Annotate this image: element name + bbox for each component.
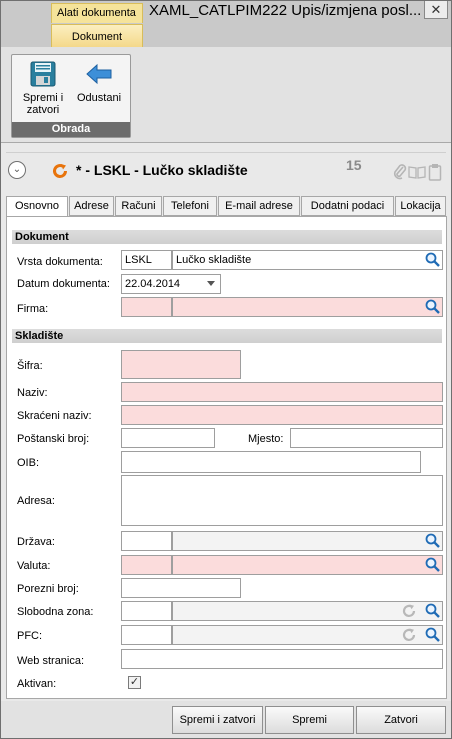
oib-field[interactable] [121,451,421,473]
floppy-disk-icon [16,60,70,88]
title-bar: Alati dokumenta XAML_CATLPIM222 Upis/izm… [1,1,451,23]
firma-label: Firma: [17,303,49,315]
mjesto-field[interactable] [290,428,443,448]
section-skladiste: Skladište [12,329,442,343]
drzava-label: Država: [17,536,55,548]
datum-dokumenta-label: Datum dokumenta: [17,278,110,290]
adresa-field[interactable] [121,475,443,526]
mjesto-label: Mjesto: [248,433,284,445]
section-dokument: Dokument [12,230,442,244]
aktivan-checkbox[interactable]: ✓ [128,676,141,689]
oib-label: OIB: [17,457,40,469]
adresa-label: Adresa: [17,495,55,507]
slobodna-zona-refresh-icon[interactable] [400,602,420,620]
ribbon: Spremi i zatvori Odustani Obrada [1,47,451,143]
footer-save-button[interactable]: Spremi [265,706,354,734]
slobodna-zona-code-field[interactable] [121,601,172,621]
firma-search-icon[interactable] [422,298,442,316]
ribbon-group-label: Obrada [12,122,130,137]
datum-dokumenta-field[interactable]: 22.04.2014 [121,274,221,294]
window-title: XAML_CATLPIM222 Upis/izmjena posl... [149,2,422,19]
tab-dokument[interactable]: Dokument [51,24,143,47]
valuta-name-field[interactable] [172,555,443,575]
firma-code-field[interactable] [121,297,172,317]
application-window: Alati dokumenta XAML_CATLPIM222 Upis/izm… [0,0,452,739]
date-dropdown-icon[interactable] [207,281,215,286]
sifra-label: Šifra: [17,360,43,372]
pfc-label: PFC: [17,630,43,642]
valuta-label: Valuta: [17,560,51,572]
postanski-broj-label: Poštanski broj: [17,433,90,445]
tab-dodatni-podaci[interactable]: Dodatni podaci [301,196,394,216]
slobodna-zona-search-icon[interactable] [422,602,442,620]
valuta-code-field[interactable] [121,555,172,575]
web-stranica-field[interactable] [121,649,443,669]
collapse-chevron-icon[interactable]: ⌄ [8,161,26,179]
save-close-label: Spremi i zatvori [22,92,64,116]
tab-lokacija[interactable]: Lokacija [395,196,446,216]
porezni-broj-field[interactable] [121,578,241,598]
attachment-icon[interactable] [392,163,408,184]
skraceni-naziv-label: Skraćeni naziv: [17,410,92,422]
ribbon-tab-row: Dokument [1,23,451,47]
valuta-search-icon[interactable] [422,556,442,574]
header-tools [392,163,444,181]
context-tab-label: Alati dokumenta [51,3,143,23]
vrsta-search-icon[interactable] [422,251,442,269]
tab-osnovno[interactable]: Osnovno [6,196,68,217]
drzava-search-icon[interactable] [422,532,442,550]
footer-close-button[interactable]: Zatvori [356,706,446,734]
vrsta-dokumenta-code-field[interactable]: LSKL [121,250,172,270]
footer-save-close-button[interactable]: Spremi i zatvori [172,706,263,734]
clipboard-icon[interactable] [428,163,442,184]
book-icon[interactable] [408,164,426,183]
drzava-code-field[interactable] [121,531,172,551]
document-count: 15 [346,157,362,173]
tab-racuni[interactable]: Računi [115,196,162,216]
back-arrow-icon [72,60,126,88]
tab-email-adrese[interactable]: E-mail adrese [218,196,300,216]
document-header: ⌄ * - LSKL - Lučko skladište 15 [6,152,446,190]
form-panel: Dokument Vrsta dokumenta: LSKL Lučko skl… [6,216,447,699]
document-title: * - LSKL - Lučko skladište [76,162,248,178]
ribbon-group-obrada: Spremi i zatvori Odustani Obrada [11,54,131,138]
cancel-label: Odustani [76,92,122,104]
pfc-refresh-icon[interactable] [400,626,420,644]
aktivan-label: Aktivan: [17,678,57,690]
sifra-field[interactable] [121,350,241,379]
refresh-icon[interactable] [51,162,69,183]
vrsta-dokumenta-name-field[interactable]: Lučko skladište [172,250,443,270]
tab-telefoni[interactable]: Telefoni [163,196,217,216]
naziv-field[interactable] [121,382,443,402]
close-window-button[interactable]: ✕ [424,1,448,19]
skraceni-naziv-field[interactable] [121,405,443,425]
naziv-label: Naziv: [17,387,48,399]
firma-name-field[interactable] [172,297,443,317]
vrsta-dokumenta-label: Vrsta dokumenta: [17,256,103,268]
ribbon-cancel-button[interactable]: Odustani [72,57,126,121]
tab-adrese[interactable]: Adrese [69,196,114,216]
form-tabs: Osnovno Adrese Računi Telefoni E-mail ad… [6,196,447,217]
postanski-broj-field[interactable] [121,428,215,448]
footer-bar: Spremi i zatvori Spremi Zatvori [1,701,451,738]
pfc-code-field[interactable] [121,625,172,645]
ribbon-save-close-button[interactable]: Spremi i zatvori [16,57,70,121]
drzava-name-field[interactable] [172,531,443,551]
web-stranica-label: Web stranica: [17,655,85,667]
pfc-search-icon[interactable] [422,626,442,644]
slobodna-zona-label: Slobodna zona: [17,606,94,618]
porezni-broj-label: Porezni broj: [17,583,79,595]
